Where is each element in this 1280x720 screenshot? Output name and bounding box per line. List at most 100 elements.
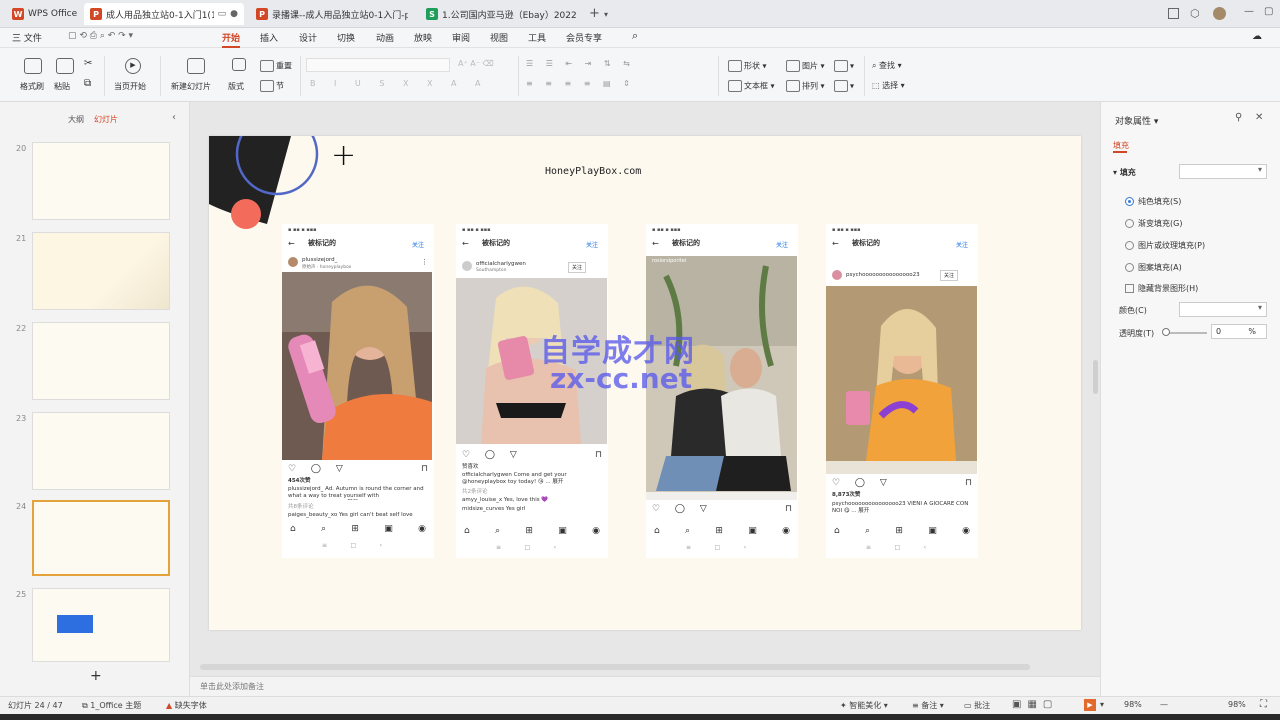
paste-label[interactable]: 粘贴	[54, 81, 70, 92]
comments-button[interactable]: ▭ 批注	[964, 700, 990, 711]
notes-button[interactable]: ≡ 备注 ▾	[912, 700, 944, 711]
restore-icon[interactable]: ▢	[1264, 6, 1273, 17]
horizontal-scrollbar[interactable]	[200, 664, 1030, 670]
layout-button[interactable]: 版式	[228, 81, 244, 92]
tab-wps-office[interactable]: W WPS Office	[6, 3, 80, 25]
tab-spreadsheet[interactable]: S 1.公司国内亚马逊（Ebay）2022.8.2	[420, 3, 582, 25]
menu-home[interactable]: 开始	[222, 31, 241, 48]
pin-icon[interactable]: ⚲	[1235, 112, 1242, 123]
post-action-icons[interactable]: ♡ ◯ ▽	[462, 450, 523, 460]
bookmark-icon[interactable]: ⊓	[595, 450, 602, 460]
more-icon[interactable]: ⋮	[421, 258, 428, 266]
menu-review[interactable]: 审阅	[452, 31, 470, 44]
font-name-dropdown[interactable]	[306, 58, 450, 72]
slideshow-dropdown-icon[interactable]: ▾	[1100, 700, 1104, 709]
bottom-nav[interactable]: ⌂ ⌕ ⊞ ▣ ◉	[654, 526, 790, 536]
list-icons[interactable]: ☰ ☰ ⇤ ⇥ ⇅ ⇆	[526, 59, 635, 68]
format-painter-label[interactable]: 格式刷	[20, 81, 44, 92]
slide-thumbnail-21[interactable]	[32, 232, 170, 310]
section-button[interactable]: 节	[260, 80, 284, 92]
menu-design[interactable]: 设计	[299, 31, 317, 44]
slide-thumbnail-25[interactable]	[32, 588, 170, 662]
text-style-icons[interactable]: B I U S X X A A	[310, 79, 489, 88]
avatar[interactable]	[1213, 7, 1226, 20]
new-tab-button[interactable]: + ▾	[589, 6, 608, 21]
slide-thumbnail-23[interactable]	[32, 412, 170, 490]
window-icon[interactable]: ▭	[218, 9, 227, 19]
menu-file[interactable]: 三 文件	[12, 31, 42, 44]
radio-pattern-fill[interactable]: 图案填充(A)	[1125, 262, 1182, 273]
theme-name[interactable]: ⧉ 1_Office 主题	[82, 700, 141, 711]
shape-button[interactable]: 形状 ▾	[728, 60, 767, 72]
new-slide-icon[interactable]	[187, 58, 205, 74]
zoom-out-icon[interactable]: —	[1160, 700, 1168, 709]
radio-gradient-fill[interactable]: 渐变填充(G)	[1125, 218, 1182, 229]
fill-dropdown[interactable]: ▾	[1179, 164, 1267, 179]
follow-button[interactable]: 关注	[412, 240, 424, 249]
radio-picture-fill[interactable]: 图片或纹理填充(P)	[1125, 240, 1205, 251]
tab-document-active[interactable]: P 成人用品独立站0-1入门1(1).p ▭ ●	[84, 3, 244, 25]
bookmark-icon[interactable]: ⊓	[785, 504, 792, 514]
align-icons[interactable]: ≡ ≡ ≡ ≡ ▤ ⇕	[526, 79, 635, 88]
system-nav[interactable]: ≡ □ ‹	[866, 544, 926, 551]
bottom-nav[interactable]: ⌂ ⌕ ⊞ ▣ ◉	[834, 526, 970, 536]
cloud-icon[interactable]: ☁	[1252, 31, 1262, 42]
tab-fill[interactable]: 填充	[1113, 140, 1129, 151]
post-action-icons[interactable]: ♡ ◯ ▽	[288, 464, 349, 474]
paste-icon[interactable]	[56, 58, 74, 74]
select-button[interactable]: ⬚ 选择 ▾	[872, 80, 905, 91]
format-painter-icon[interactable]	[24, 58, 42, 74]
start-from-current-button[interactable]: 当页开始	[114, 81, 146, 92]
menu-view[interactable]: 视图	[490, 31, 508, 44]
textbox-button[interactable]: 文本框 ▾	[728, 80, 775, 92]
system-nav[interactable]: ≡ □ ‹	[686, 544, 746, 551]
outline-button[interactable]: ▾	[834, 80, 854, 92]
smart-beautify-button[interactable]: ✦ 智能美化 ▾	[840, 700, 888, 711]
arrange-button[interactable]: 排列 ▾	[786, 80, 825, 92]
quick-access-icons[interactable]: ▢ ⟲ ⎙ ⌕ ↶ ↷ ▾	[68, 31, 133, 41]
slide-thumbnail-20[interactable]	[32, 142, 170, 220]
follow-button[interactable]: 关注	[586, 240, 598, 249]
post-action-icons[interactable]: ♡ ◯ ▽	[832, 478, 893, 488]
menu-slideshow[interactable]: 放映	[414, 31, 432, 44]
font-size-icons[interactable]: A⁺ A⁻ ⌫	[458, 59, 494, 68]
slider-handle[interactable]	[1162, 328, 1170, 336]
follow-small-button[interactable]: 关注	[568, 262, 587, 273]
fill-color-button[interactable]: ▾	[834, 60, 854, 72]
follow-button[interactable]: 关注	[956, 240, 968, 249]
vertical-scrollbar[interactable]	[1093, 360, 1098, 394]
bookmark-icon[interactable]: ⊓	[421, 464, 428, 474]
menu-tools[interactable]: 工具	[528, 31, 546, 44]
layout-icon[interactable]	[232, 58, 246, 71]
instagram-screenshot-1[interactable]: ▪ ▪▪ ▪ ▪▪▪ ← 被标记的 关注 plussizejord_ 原始声 ·…	[282, 224, 434, 558]
slide-thumbnail-22[interactable]	[32, 322, 170, 400]
tab-document[interactable]: P 录播课--成人用品独立站0-1入门-p	[250, 3, 414, 25]
menu-insert[interactable]: 插入	[260, 31, 278, 44]
follow-button[interactable]: 关注	[776, 240, 788, 249]
cube-icon[interactable]: ⬡	[1190, 7, 1200, 20]
search-icon[interactable]: ⌕	[632, 29, 638, 43]
layout-icon[interactable]	[1168, 8, 1179, 19]
comments-link[interactable]: 共8条评论	[288, 504, 430, 511]
view-mode-icons[interactable]: ▣▦▢	[1012, 699, 1058, 710]
system-nav[interactable]: ≡ □ ‹	[322, 542, 382, 549]
tab-outline[interactable]: 大纲	[68, 114, 84, 125]
checkbox-hide-background[interactable]: 隐藏背景图形(H)	[1125, 283, 1198, 294]
transparency-slider[interactable]	[1165, 332, 1207, 334]
new-slide-button[interactable]: 新建幻灯片	[171, 81, 211, 92]
notes-area[interactable]: 单击此处添加备注	[190, 676, 1100, 696]
back-arrow-icon[interactable]: ←	[652, 239, 659, 248]
post-action-icons[interactable]: ♡ ◯ ▽	[652, 504, 713, 514]
copy-icon[interactable]: ⧉	[84, 78, 91, 89]
back-arrow-icon[interactable]: ←	[288, 239, 295, 248]
radio-solid-fill[interactable]: 纯色填充(S)	[1125, 196, 1181, 207]
menu-member[interactable]: 会员专享	[566, 31, 602, 44]
fit-window-icon[interactable]: ⛶	[1260, 699, 1267, 710]
follow-small-button[interactable]: 关注	[940, 270, 959, 281]
add-slide-button[interactable]: +	[90, 668, 102, 684]
minimize-icon[interactable]: —	[1244, 6, 1254, 17]
bookmark-icon[interactable]: ⊓	[965, 478, 972, 488]
back-arrow-icon[interactable]: ←	[462, 239, 469, 248]
zoom-level[interactable]: 98%	[1124, 700, 1142, 709]
reset-button[interactable]: 重置	[260, 60, 292, 72]
